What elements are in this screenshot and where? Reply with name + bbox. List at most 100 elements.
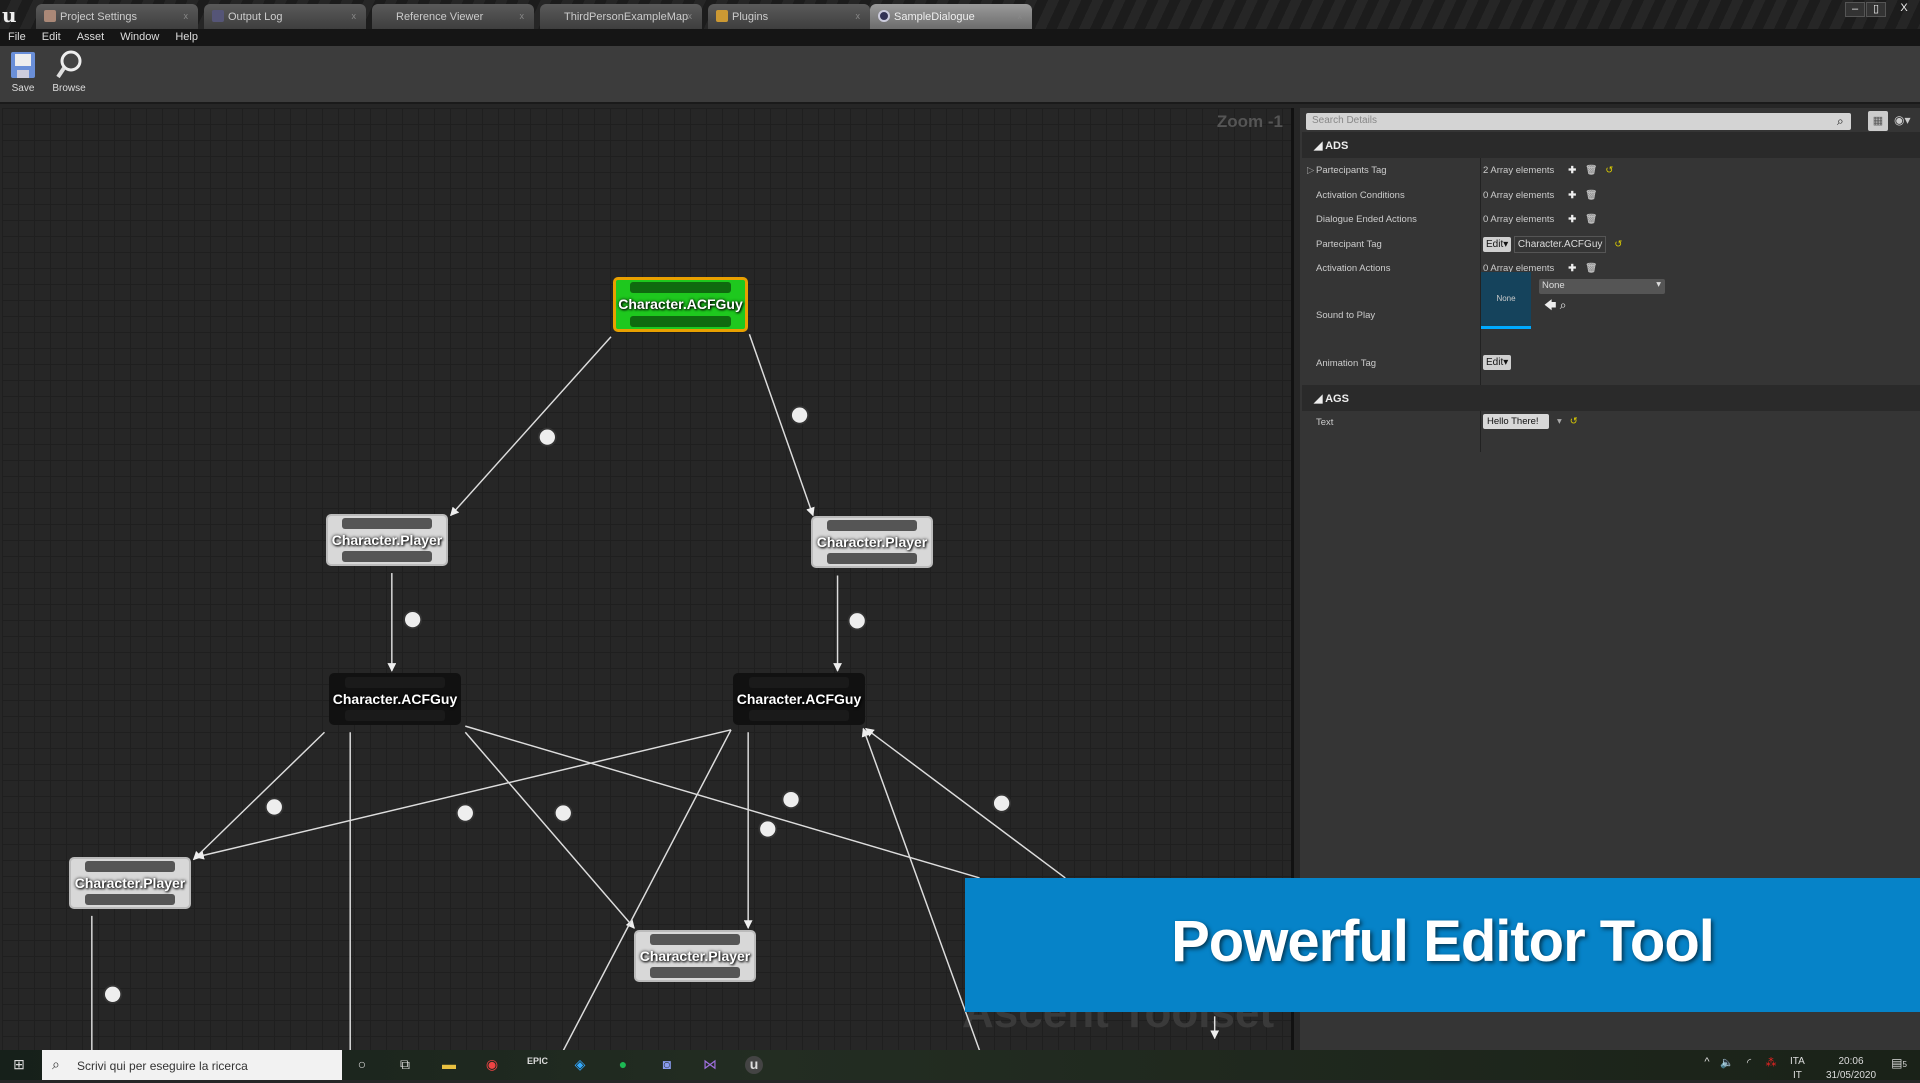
category-title: ADS xyxy=(1325,140,1349,152)
search-icon[interactable]: ⌕ xyxy=(1837,114,1844,129)
edit-tag-button[interactable]: Edit▾ xyxy=(1483,355,1512,370)
close-tab-icon[interactable]: x xyxy=(520,11,525,21)
transition-icon xyxy=(758,819,778,839)
dropdown-value: None xyxy=(1542,280,1565,291)
file-explorer-icon[interactable]: ▬ xyxy=(440,1056,458,1074)
property-label: Sound to Play xyxy=(1316,310,1376,321)
windows-start-icon[interactable]: ⊞ xyxy=(10,1056,28,1074)
chrome-icon[interactable]: ◉ xyxy=(483,1056,501,1074)
transition-icon xyxy=(537,427,557,447)
transition-icon xyxy=(781,790,801,810)
reset-default-icon[interactable]: ↺ xyxy=(1605,165,1613,176)
transition-icon xyxy=(790,405,810,425)
delete-icon[interactable]: 🗑 xyxy=(1585,214,1597,225)
edge xyxy=(464,731,635,929)
transition-icon xyxy=(264,797,284,817)
notifications-icon[interactable]: ▤5 xyxy=(1890,1056,1908,1074)
menu-asset[interactable]: Asset xyxy=(69,29,113,43)
tab-third-person-map[interactable]: ThirdPersonExampleMap x xyxy=(540,4,702,29)
minimize-button[interactable]: – xyxy=(1845,2,1865,17)
close-tab-icon[interactable]: x xyxy=(856,11,861,21)
property-label: Activation Actions xyxy=(1316,263,1391,274)
node-label: Character.Player xyxy=(74,875,186,891)
discord-icon[interactable]: ◙ xyxy=(658,1056,676,1074)
unreal-engine-icon[interactable]: u xyxy=(745,1056,763,1074)
delete-icon[interactable]: 🗑 xyxy=(1585,165,1597,176)
node-player[interactable]: Character.Player xyxy=(811,516,933,568)
app-icon[interactable]: ◈ xyxy=(571,1056,589,1074)
close-tab-icon[interactable]: x xyxy=(352,11,357,21)
node-label: Character.Player xyxy=(331,532,443,548)
category-ads[interactable]: ◢ ADS xyxy=(1302,132,1920,158)
property-label: Text xyxy=(1316,417,1334,428)
property-label: Animation Tag xyxy=(1316,358,1377,369)
clock[interactable]: 20:06 31/05/2020 xyxy=(1820,1055,1882,1083)
sound-asset-dropdown[interactable]: None ▾ xyxy=(1539,279,1665,294)
language-indicator[interactable]: ITA IT xyxy=(1790,1055,1805,1083)
reset-default-icon[interactable]: ↺ xyxy=(1614,239,1622,250)
delete-icon[interactable]: 🗑 xyxy=(1585,190,1597,201)
browse-button[interactable]: Browse xyxy=(43,50,95,94)
sound-asset-thumbnail[interactable]: None xyxy=(1481,272,1531,329)
add-element-icon[interactable]: ✚ xyxy=(1568,263,1576,274)
epic-games-icon[interactable]: EPIC xyxy=(527,1056,548,1074)
tab-sample-dialogue[interactable]: SampleDialogue x xyxy=(870,4,1032,29)
tray-app-icon[interactable]: ⁂ xyxy=(1762,1056,1780,1074)
transition-icon xyxy=(992,793,1012,813)
close-tab-icon[interactable]: x xyxy=(184,11,189,21)
node-player[interactable]: Character.Player xyxy=(634,930,756,982)
magnifier-icon xyxy=(56,50,82,79)
menu-window[interactable]: Window xyxy=(112,29,167,43)
maximize-button[interactable]: ▯ xyxy=(1866,2,1886,17)
node-acfguy[interactable]: Character.ACFGuy xyxy=(733,673,865,725)
add-element-icon[interactable]: ✚ xyxy=(1568,214,1576,225)
wifi-icon[interactable]: ◜ xyxy=(1740,1056,1758,1074)
view-options-icon[interactable]: ◉▾ xyxy=(1894,113,1911,127)
task-view-icon[interactable]: ⧉ xyxy=(396,1056,414,1074)
node-label: Character.Player xyxy=(816,534,928,550)
node-label: Character.ACFGuy xyxy=(736,691,862,707)
tab-project-settings[interactable]: Project Settings x xyxy=(36,4,198,29)
taskbar-search-input[interactable]: ⌕ Scrivi qui per eseguire la ricerca xyxy=(42,1050,342,1080)
tab-label: SampleDialogue xyxy=(894,11,975,23)
edge xyxy=(195,729,732,860)
node-label: Character.Player xyxy=(639,948,751,964)
add-element-icon[interactable]: ✚ xyxy=(1568,165,1576,176)
close-tab-icon[interactable]: x xyxy=(688,11,693,21)
add-element-icon[interactable]: ✚ xyxy=(1568,190,1576,201)
node-player[interactable]: Character.Player xyxy=(326,514,448,566)
tray-expand-icon[interactable]: ^ xyxy=(1698,1056,1716,1074)
menu-help[interactable]: Help xyxy=(167,29,206,43)
delete-icon[interactable]: 🗑 xyxy=(1585,263,1597,274)
browse-asset-icon[interactable]: ⌕ xyxy=(1560,298,1567,312)
search-details-input[interactable]: Search Details xyxy=(1306,113,1851,130)
reset-default-icon[interactable]: ↺ xyxy=(1570,416,1578,427)
tab-plugins[interactable]: Plugins x xyxy=(708,4,870,29)
close-window-button[interactable]: X xyxy=(1890,2,1918,17)
edge xyxy=(192,731,326,861)
node-player[interactable]: Character.Player xyxy=(69,857,191,909)
text-input[interactable]: Hello There! xyxy=(1483,414,1549,429)
tab-reference-viewer[interactable]: Reference Viewer x xyxy=(372,4,534,29)
property-matrix-button[interactable]: ▦ xyxy=(1868,111,1888,131)
toolbar: Save Browse xyxy=(0,46,1920,104)
save-button[interactable]: Save xyxy=(0,50,49,94)
category-ags[interactable]: ◢ AGS xyxy=(1302,385,1920,411)
node-root-acfguy[interactable]: Character.ACFGuy xyxy=(613,277,748,332)
visual-studio-icon[interactable]: ⋈ xyxy=(701,1056,719,1074)
spotify-icon[interactable]: ● xyxy=(614,1056,632,1074)
menu-file[interactable]: File xyxy=(0,29,34,43)
cortana-icon[interactable]: ○ xyxy=(353,1056,371,1074)
property-label: Partecipant Tag xyxy=(1316,239,1382,250)
edit-tag-button[interactable]: Edit▾ xyxy=(1483,237,1512,252)
tab-output-log[interactable]: Output Log x xyxy=(204,4,366,29)
date: 31/05/2020 xyxy=(1825,1070,1877,1081)
use-selected-arrow-icon[interactable]: 🡄 xyxy=(1544,298,1556,312)
volume-icon[interactable]: 🔈 xyxy=(1718,1056,1736,1074)
expand-arrow-icon[interactable]: ▷ xyxy=(1307,165,1314,176)
category-title: AGS xyxy=(1325,393,1349,405)
chevron-down-icon[interactable]: ▾ xyxy=(1557,416,1562,427)
close-tab-icon[interactable]: x xyxy=(1018,11,1023,21)
node-acfguy[interactable]: Character.ACFGuy xyxy=(329,673,461,725)
menu-edit[interactable]: Edit xyxy=(34,29,69,43)
